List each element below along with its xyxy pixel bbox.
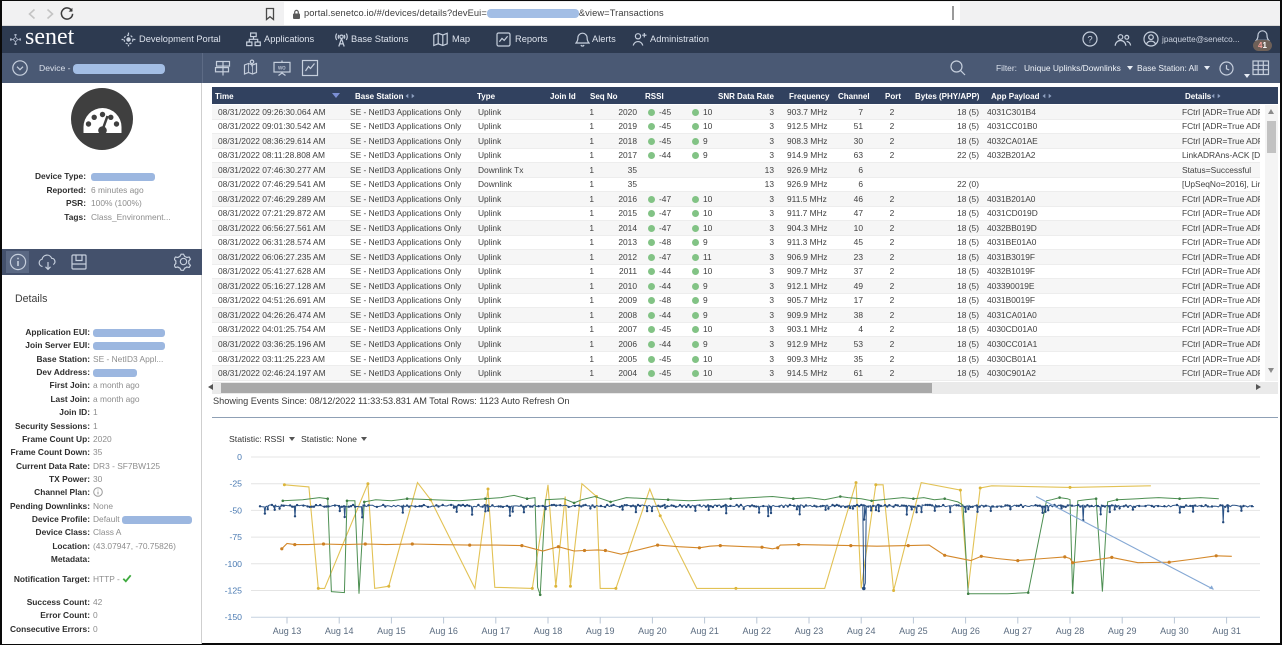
svg-text:Aug 16: Aug 16: [429, 626, 458, 636]
svg-text:Aug 14: Aug 14: [325, 626, 354, 636]
svg-text:wo: wo: [277, 65, 286, 71]
svg-text:Aug 13: Aug 13: [273, 626, 302, 636]
svg-text:Aug 17: Aug 17: [482, 626, 511, 636]
svg-text:Aug 24: Aug 24: [847, 626, 876, 636]
svg-text:Aug 26: Aug 26: [951, 626, 980, 636]
svg-text:-150: -150: [225, 612, 243, 622]
svg-text:Aug 18: Aug 18: [534, 626, 563, 636]
svg-text:0: 0: [237, 452, 242, 462]
svg-text:Aug 20: Aug 20: [638, 626, 667, 636]
svg-text:Aug 30: Aug 30: [1160, 626, 1189, 636]
svg-text:-100: -100: [225, 559, 243, 569]
svg-text:-25: -25: [229, 479, 242, 489]
svg-text:Aug 28: Aug 28: [1056, 626, 1085, 636]
svg-text:Aug 27: Aug 27: [1004, 626, 1033, 636]
svg-text:Aug 15: Aug 15: [377, 626, 406, 636]
svg-text:Aug 19: Aug 19: [586, 626, 615, 636]
svg-text:Aug 31: Aug 31: [1212, 626, 1241, 636]
svg-text:-50: -50: [229, 505, 242, 515]
svg-text:Aug 29: Aug 29: [1108, 626, 1137, 636]
svg-text:Aug 22: Aug 22: [743, 626, 772, 636]
svg-text:-125: -125: [225, 586, 243, 596]
svg-text:Aug 25: Aug 25: [899, 626, 928, 636]
svg-text:Aug 21: Aug 21: [690, 626, 719, 636]
svg-text:Aug 23: Aug 23: [795, 626, 824, 636]
svg-text:?: ?: [1087, 34, 1092, 45]
svg-text:-75: -75: [229, 532, 242, 542]
